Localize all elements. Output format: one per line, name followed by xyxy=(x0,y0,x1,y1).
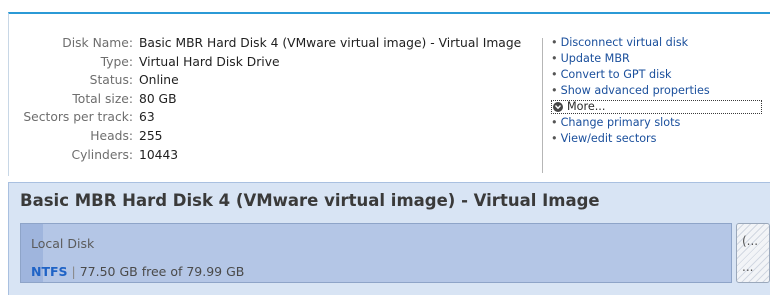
partition-name: Local Disk xyxy=(31,236,95,251)
more-button[interactable]: More... xyxy=(551,100,762,114)
show-advanced-properties-link[interactable]: • Show advanced properties xyxy=(551,83,762,99)
property-value: 63 xyxy=(139,110,155,125)
property-value: 80 GB xyxy=(139,91,177,106)
partition-local-disk[interactable]: Local Disk NTFS | 77.50 GB free of 79.99… xyxy=(20,223,732,283)
property-value: 255 xyxy=(139,128,163,143)
chevron-down-icon xyxy=(553,102,563,112)
unallocated-space[interactable]: (... ... xyxy=(736,223,770,283)
more-label: More... xyxy=(567,100,606,113)
property-disk-name: Disk Name: Basic MBR Hard Disk 4 (VMware… xyxy=(9,34,521,53)
property-value: Basic MBR Hard Disk 4 (VMware virtual im… xyxy=(139,36,522,50)
property-status: Status: Online xyxy=(9,71,521,90)
bullet: • xyxy=(551,116,558,129)
property-sectors-per-track: Sectors per track: 63 xyxy=(9,108,521,127)
property-value: Virtual Hard Disk Drive xyxy=(139,54,280,69)
unallocated-label: (... xyxy=(742,234,759,248)
action-label: View/edit sectors xyxy=(560,132,657,145)
disk-map-panel[interactable]: Basic MBR Hard Disk 4 (VMware virtual im… xyxy=(8,182,770,295)
partition-info: NTFS | 77.50 GB free of 79.99 GB xyxy=(31,264,244,279)
property-label: Sectors per track: xyxy=(23,110,133,125)
property-total-size: Total size: 80 GB xyxy=(9,90,521,109)
bullet: • xyxy=(551,132,558,145)
property-type: Type: Virtual Hard Disk Drive xyxy=(9,53,521,72)
property-label: Cylinders: xyxy=(71,147,133,162)
property-heads: Heads: 255 xyxy=(9,127,521,146)
change-primary-slots-link[interactable]: • Change primary slots xyxy=(551,115,762,131)
unallocated-detail: ... xyxy=(742,260,754,274)
convert-to-gpt-link[interactable]: • Convert to GPT disk xyxy=(551,67,762,83)
property-cylinders: Cylinders: 10443 xyxy=(9,146,521,165)
disk-properties-list: Disk Name: Basic MBR Hard Disk 4 (VMware… xyxy=(9,34,521,164)
action-label: Convert to GPT disk xyxy=(560,68,672,81)
property-label: Type: xyxy=(100,54,133,69)
panel-divider xyxy=(542,38,543,173)
property-label: Status: xyxy=(89,73,133,88)
filesystem-label: NTFS xyxy=(31,264,68,279)
property-value: Online xyxy=(139,73,179,88)
view-edit-sectors-link[interactable]: • View/edit sectors xyxy=(551,131,762,147)
actions-list: • Disconnect virtual disk • Update MBR • Co… xyxy=(551,35,762,147)
bullet: • xyxy=(551,84,558,97)
free-space-text: 77.50 GB free of 79.99 GB xyxy=(79,264,245,279)
property-label: Total size: xyxy=(72,91,133,106)
bullet: • xyxy=(551,52,558,65)
action-label: Disconnect virtual disk xyxy=(560,36,689,49)
action-label: Change primary slots xyxy=(560,116,681,129)
bullet: • xyxy=(551,36,558,49)
separator: | xyxy=(67,264,80,279)
disconnect-virtual-disk-link[interactable]: • Disconnect virtual disk xyxy=(551,35,762,51)
bullet: • xyxy=(551,68,558,81)
property-label: Heads: xyxy=(90,128,133,143)
update-mbr-link[interactable]: • Update MBR xyxy=(551,51,762,67)
disk-title: Basic MBR Hard Disk 4 (VMware virtual im… xyxy=(20,191,600,210)
property-value: 10443 xyxy=(139,147,179,162)
property-label: Disk Name: xyxy=(62,36,133,50)
disk-properties-panel: Disk Name: Basic MBR Hard Disk 4 (VMware… xyxy=(8,12,770,176)
action-label: Update MBR xyxy=(560,52,630,65)
action-label: Show advanced properties xyxy=(560,84,710,97)
